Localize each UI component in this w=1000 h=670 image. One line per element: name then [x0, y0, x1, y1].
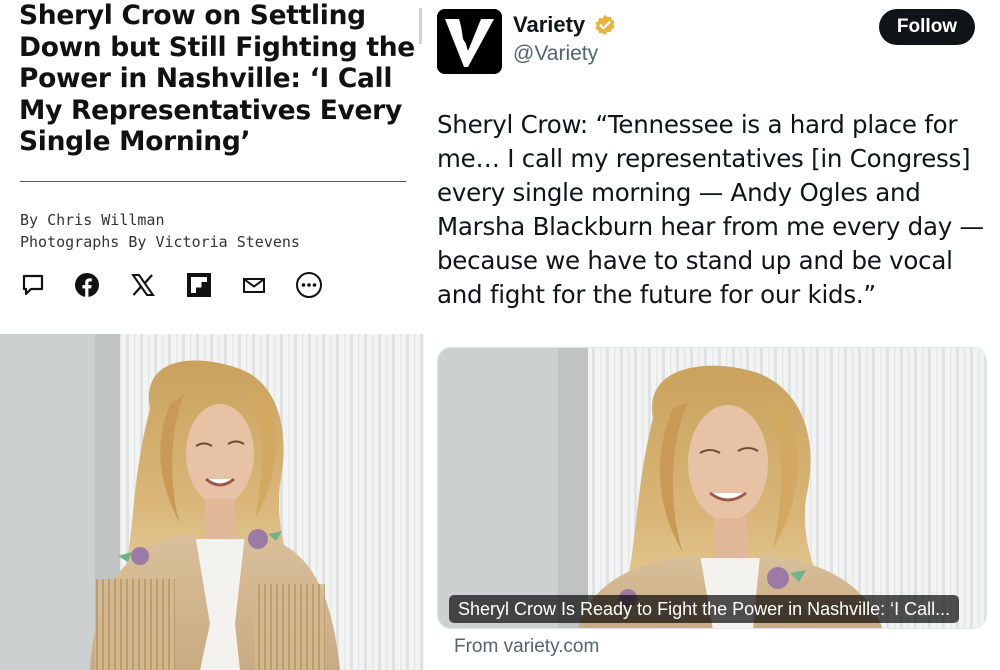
article-panel: Sheryl Crow on Settling Down but Still F…	[0, 0, 424, 670]
x-icon[interactable]	[128, 270, 158, 300]
article-photo	[0, 334, 424, 670]
headline-divider	[20, 181, 406, 182]
facebook-icon[interactable]	[72, 270, 102, 300]
more-icon[interactable]	[294, 270, 324, 300]
follow-button[interactable]: Follow	[879, 9, 975, 45]
account-name[interactable]: Variety	[513, 12, 585, 38]
link-card-title[interactable]: Sheryl Crow Is Ready to Fight the Power …	[449, 595, 960, 623]
email-icon[interactable]	[239, 270, 269, 300]
comment-icon[interactable]	[18, 270, 48, 300]
verified-badge-icon	[594, 14, 616, 36]
tweet-text: Sheryl Crow: “Tennessee is a hard place …	[437, 110, 984, 309]
account-handle[interactable]: @Variety	[513, 42, 598, 66]
link-card[interactable]: Sheryl Crow Is Ready to Fight the Power …	[437, 347, 987, 629]
byline-photographer: Photographs By Victoria Stevens	[20, 233, 300, 251]
byline-author: By Chris Willman	[20, 211, 165, 229]
byline: By Chris Willman Photographs By Victoria…	[20, 209, 300, 253]
link-card-source[interactable]: From variety.com	[454, 636, 599, 658]
tweet-panel: Variety @Variety Follow Sheryl Crow: “Te…	[424, 0, 1000, 670]
variety-logo-avatar[interactable]	[437, 9, 502, 74]
article-headline: Sheryl Crow on Settling Down but Still F…	[19, 0, 415, 157]
panel-divider	[419, 8, 422, 44]
link-card-image	[438, 348, 986, 628]
flipboard-icon[interactable]	[184, 270, 214, 300]
